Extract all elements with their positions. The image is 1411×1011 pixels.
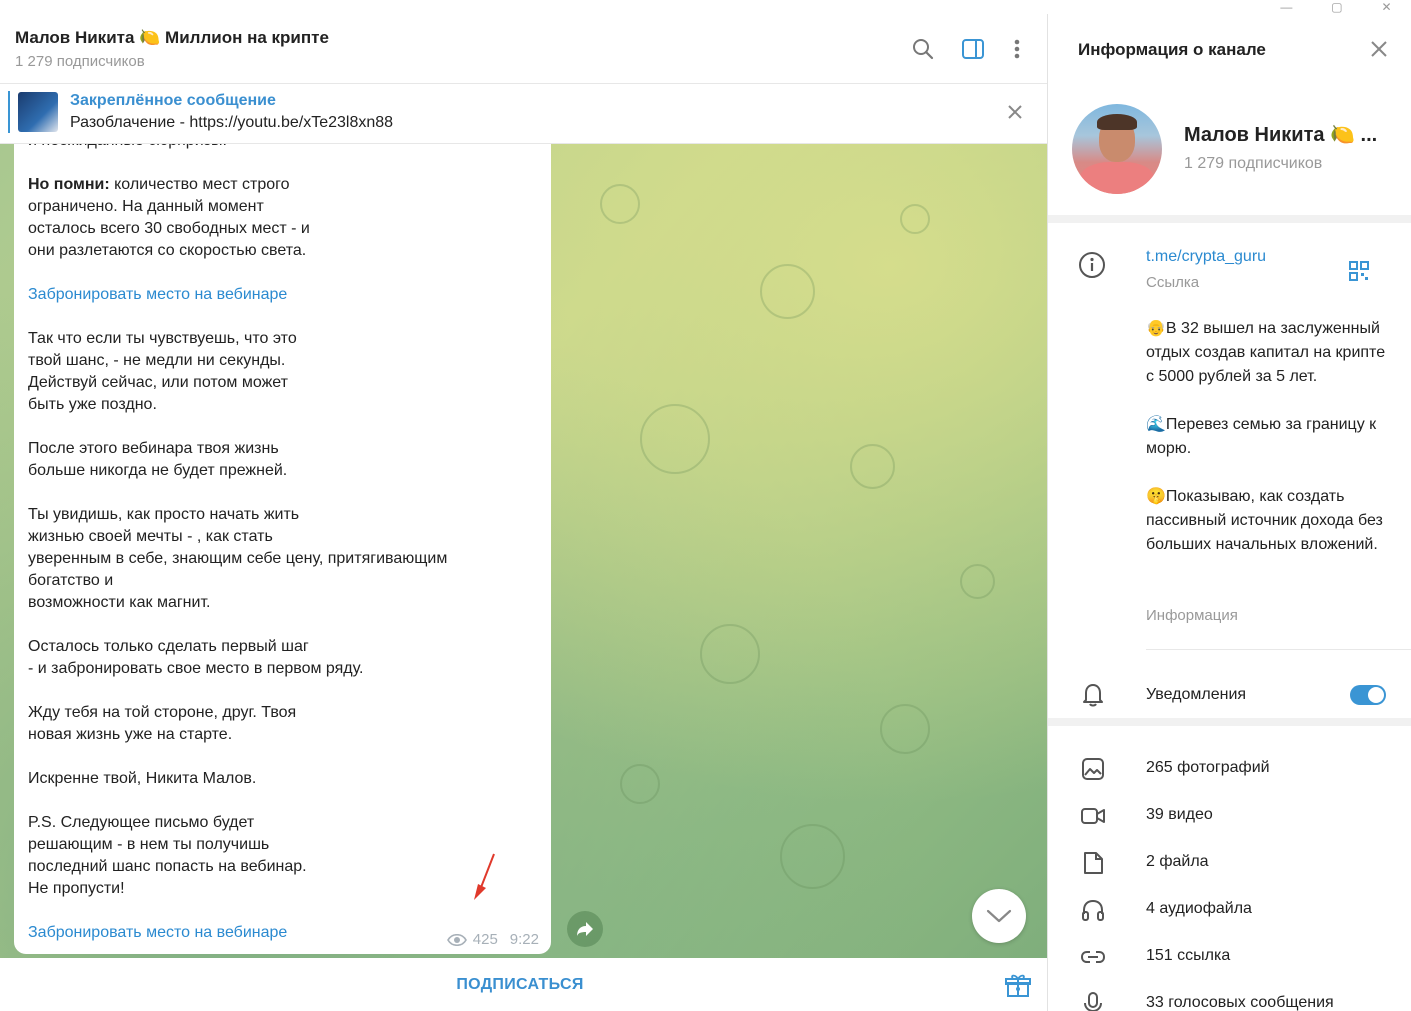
maximize-icon[interactable]: ▢ (1331, 1, 1342, 13)
photo-icon (1080, 756, 1106, 782)
views-icon (446, 933, 467, 946)
info-icon (1078, 251, 1108, 281)
channel-info-panel: Информация о канале Малов Никита 🍋 ... 1… (1047, 14, 1411, 1011)
media-row-photos[interactable]: 265 фотографий (1048, 746, 1411, 793)
message-paragraph: После этого вебинара твоя жизнь больше н… (28, 440, 288, 479)
chat-subscribers: 1 279 подписчиков (15, 53, 145, 70)
bell-icon (1080, 681, 1106, 707)
subscribe-button[interactable]: ПОДПИСАТЬСЯ (0, 976, 1040, 994)
message-paragraph: Осталось только сделать первый шаг - и з… (28, 638, 364, 677)
message-paragraph: Но помни: количество мест строго огранич… (28, 176, 310, 259)
media-label: 2 файла (1146, 853, 1209, 870)
message-paragraph: Жду тебя на той стороне, друг. Твоя нова… (28, 704, 297, 743)
notifications-label: Уведомления (1146, 686, 1247, 703)
avatar[interactable] (1072, 104, 1162, 194)
channel-link[interactable]: t.me/crypta_guru (1146, 248, 1266, 266)
telegram-window: — ▢ ✕ Малов Никита 🍋 Миллион на крипте 1… (0, 0, 1411, 1011)
close-pinned-icon[interactable] (1005, 102, 1025, 122)
headphones-icon (1080, 897, 1106, 923)
message-paragraph: P.S. Следующее письмо будет решающим - в… (28, 814, 307, 897)
more-menu-icon[interactable] (1004, 36, 1030, 62)
forward-button[interactable] (567, 911, 603, 947)
chevron-down-icon (986, 909, 1012, 923)
description-label: Информация (1146, 607, 1238, 624)
video-icon (1080, 803, 1106, 829)
message-paragraph: Так что если ты чувствуешь, что это твой… (28, 330, 297, 413)
qr-code-icon[interactable] (1348, 260, 1370, 282)
panel-title: Информация о канале (1078, 40, 1266, 59)
window-controls: — ▢ ✕ (1261, 0, 1411, 14)
description-paragraph: 🌊Перевез семью за границу к морю. (1146, 416, 1377, 457)
media-label: 265 фотографий (1146, 759, 1270, 776)
notifications-toggle[interactable] (1350, 685, 1386, 705)
media-row-files[interactable]: 2 файла (1048, 840, 1411, 887)
message-paragraph: Ты увидишь, как просто начать жить жизнь… (28, 506, 448, 611)
webinar-link-1[interactable]: Забронировать место на вебинаре (28, 284, 538, 306)
message-cut-line: и неожиданные сюрпризы. (28, 144, 538, 152)
sidebar-toggle-icon[interactable] (960, 36, 986, 62)
channel-subscribers: 1 279 подписчиков (1184, 155, 1323, 172)
pinned-indicator (8, 91, 10, 133)
media-label: 39 видео (1146, 806, 1213, 823)
search-icon[interactable] (910, 36, 936, 62)
pinned-thumbnail (18, 92, 58, 132)
panel-header: Информация о канале Малов Никита 🍋 ... 1… (1048, 14, 1411, 215)
scroll-down-button[interactable] (972, 889, 1026, 943)
gift-icon[interactable] (1005, 973, 1031, 999)
toggle-knob (1368, 687, 1384, 703)
chat-title[interactable]: Малов Никита 🍋 Миллион на крипте (15, 28, 329, 48)
link-label: Ссылка (1146, 274, 1200, 291)
pinned-title: Закреплённое сообщение (70, 92, 276, 109)
message-time: 9:22 (509, 931, 539, 948)
minimize-icon[interactable]: — (1280, 1, 1292, 13)
channel-name: Малов Никита 🍋 ... (1184, 124, 1378, 146)
close-window-icon[interactable]: ✕ (1381, 1, 1391, 13)
media-row-voice[interactable]: 33 голосовых сообщения (1048, 981, 1411, 1011)
message-meta: 425 9:22 (446, 931, 539, 948)
media-label: 151 ссылка (1146, 947, 1231, 964)
chat-area: Малов Никита 🍋 Миллион на крипте 1 279 п… (0, 0, 1047, 1011)
media-row-audio[interactable]: 4 аудиофайла (1048, 887, 1411, 934)
chat-header: Малов Никита 🍋 Миллион на крипте 1 279 п… (0, 14, 1047, 84)
forward-icon (577, 922, 593, 936)
views-count: 425 (472, 931, 498, 948)
media-label: 33 голосовых сообщения (1146, 994, 1334, 1011)
pinned-message-bar[interactable]: Закреплённое сообщение Разоблачение - ht… (0, 84, 1047, 144)
message-text: и неожиданные сюрпризы. Но помни: количе… (28, 144, 538, 954)
file-icon (1080, 850, 1106, 876)
channel-description: 👴В 32 вышел на заслуженный отдых создав … (1146, 317, 1396, 557)
info-section: t.me/crypta_guru Ссылка 👴В 32 вышел на з… (1048, 223, 1411, 718)
divider (1146, 649, 1411, 650)
annotation-arrow-icon (470, 850, 500, 902)
media-section: 265 фотографий 39 видео 2 файла 4 аудиоф… (1048, 726, 1411, 1011)
link-icon (1080, 944, 1106, 970)
bottom-bar: ПОДПИСАТЬСЯ (0, 958, 1047, 1011)
message-bubble[interactable]: и неожиданные сюрпризы. Но помни: количе… (14, 144, 551, 954)
media-label: 4 аудиофайла (1146, 900, 1252, 917)
media-row-videos[interactable]: 39 видео (1048, 793, 1411, 840)
pinned-text: Разоблачение - https://youtu.be/xTe23l8x… (70, 114, 394, 131)
media-row-links[interactable]: 151 ссылка (1048, 934, 1411, 981)
microphone-icon (1080, 991, 1106, 1011)
message-bold: Но помни: (28, 176, 110, 193)
message-paragraph: Искренне твой, Никита Малов. (28, 770, 257, 787)
description-paragraph: 👴В 32 вышел на заслуженный отдых создав … (1146, 320, 1386, 385)
close-panel-icon[interactable] (1368, 38, 1390, 60)
description-paragraph: 🤫Показываю, как создать пассивный источн… (1146, 488, 1383, 553)
